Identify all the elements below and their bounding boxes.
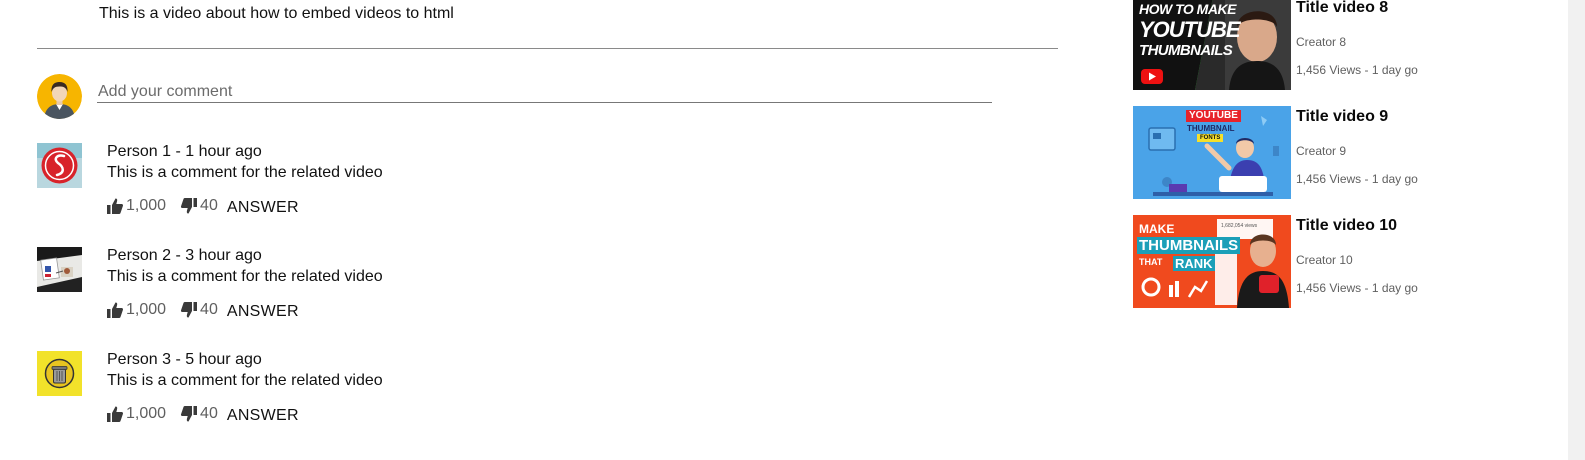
thumbnail-text-line: THUMBNAIL: [1187, 124, 1235, 133]
thumbnail-text-line: FONTS: [1197, 134, 1224, 142]
dislike-count: 40: [200, 405, 218, 422]
logo-avatar-icon: [37, 143, 82, 188]
dislike-button[interactable]: 40: [180, 197, 218, 215]
thumbnail-text-line: YOUTUBE: [1139, 17, 1241, 42]
related-video-meta: 1,456 Views - 1 day go: [1296, 281, 1418, 295]
thumbnail-text-line: THUMBNAILS: [1139, 42, 1233, 59]
related-video-meta: 1,456 Views - 1 day go: [1296, 172, 1418, 186]
dislike-count: 40: [200, 197, 218, 214]
comment-author: Person 3 - 5 hour ago: [107, 351, 262, 368]
like-count: 1,000: [126, 301, 167, 318]
related-video-title[interactable]: Title video 10: [1296, 217, 1397, 235]
video-thumbnail[interactable]: HOW TO MAKE YOUTUBE THUMBNAILS: [1133, 0, 1291, 90]
thumbs-up-icon: [106, 197, 124, 215]
related-video-item[interactable]: HOW TO MAKE YOUTUBE THUMBNAILS Title vid…: [1133, 0, 1533, 90]
video-thumbnail[interactable]: MAKE THUMBNAILS THAT RANK 1,682,054 view…: [1133, 215, 1291, 308]
related-video-creator[interactable]: Creator 10: [1296, 253, 1353, 267]
related-video-title[interactable]: Title video 9: [1296, 108, 1388, 126]
comment-item: Person 3 - 5 hour ago This is a comment …: [37, 351, 997, 441]
thumbs-down-icon: [180, 405, 198, 423]
thumbnail-text-line: 1,682,054 views: [1221, 223, 1258, 229]
trash-logo-avatar-icon: [37, 351, 82, 396]
thumbnail-text-line: THAT: [1139, 257, 1163, 267]
answer-button[interactable]: ANSWER: [227, 303, 299, 321]
comment-actions: 1,000 40 ANSWER: [106, 196, 299, 216]
dislike-button[interactable]: 40: [180, 301, 218, 319]
thumbnail-text-line: YOUTUBE: [1186, 110, 1241, 122]
like-count: 1,000: [126, 405, 167, 422]
thumbnail-text-line: MAKE: [1139, 222, 1175, 236]
video-thumbnail[interactable]: YOUTUBE THUMBNAIL FONTS: [1133, 106, 1291, 199]
thumbs-up-icon: [106, 301, 124, 319]
comment-actions: 1,000 40 ANSWER: [106, 300, 299, 320]
dislike-button[interactable]: 40: [180, 405, 218, 423]
comment-text: This is a comment for the related video: [107, 372, 383, 389]
like-button[interactable]: 1,000: [106, 405, 166, 423]
comment-item: Person 2 - 3 hour ago This is a comment …: [37, 247, 997, 337]
comment-author: Person 2 - 3 hour ago: [107, 247, 262, 264]
comment-text: This is a comment for the related video: [107, 164, 383, 181]
video-description: This is a video about how to embed video…: [99, 5, 454, 22]
thumbs-up-icon: [106, 405, 124, 423]
like-button[interactable]: 1,000: [106, 197, 166, 215]
like-count: 1,000: [126, 197, 167, 214]
thumbnail-text-line: RANK: [1173, 256, 1215, 271]
related-video-item[interactable]: MAKE THUMBNAILS THAT RANK 1,682,054 view…: [1133, 215, 1533, 308]
comment-actions: 1,000 40 ANSWER: [106, 404, 299, 424]
add-comment-input[interactable]: [97, 82, 992, 103]
related-video-meta: 1,456 Views - 1 day go: [1296, 63, 1418, 77]
related-video-item[interactable]: YOUTUBE THUMBNAIL FONTS Title video 9 Cr…: [1133, 106, 1533, 199]
answer-button[interactable]: ANSWER: [227, 407, 299, 425]
answer-button[interactable]: ANSWER: [227, 199, 299, 217]
thumbs-down-icon: [180, 197, 198, 215]
photo-avatar-icon: [37, 247, 82, 292]
comment-text: This is a comment for the related video: [107, 268, 383, 285]
thumbs-down-icon: [180, 301, 198, 319]
section-divider: [37, 48, 1058, 49]
comment-item: Person 1 - 1 hour ago This is a comment …: [37, 143, 997, 233]
thumbnail-text-line: THUMBNAILS: [1137, 237, 1241, 254]
page-scrollbar[interactable]: [1568, 0, 1585, 460]
like-button[interactable]: 1,000: [106, 301, 166, 319]
related-video-title[interactable]: Title video 8: [1296, 0, 1388, 17]
comment-author: Person 1 - 1 hour ago: [107, 143, 262, 160]
related-video-creator[interactable]: Creator 9: [1296, 144, 1346, 158]
thumbnail-text-line: HOW TO MAKE: [1139, 1, 1236, 17]
dislike-count: 40: [200, 301, 218, 318]
related-video-creator[interactable]: Creator 8: [1296, 35, 1346, 49]
user-avatar-icon: [37, 74, 82, 119]
